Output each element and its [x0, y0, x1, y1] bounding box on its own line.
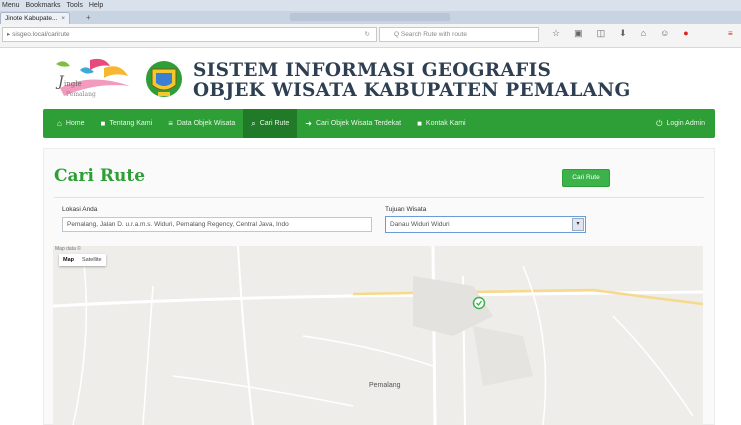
browser-search-input[interactable]: Q Search Rute with route	[379, 27, 539, 42]
site-title: SISTEM INFORMASI GEOGRAFIS OBJEK WISATA …	[193, 61, 631, 101]
home-icon[interactable]: ⌂	[641, 28, 646, 39]
lokasi-input[interactable]: Pemalang, Jalan D. u.r.a.m.s. Widuri, Pe…	[62, 217, 372, 232]
svg-text:Pemalang: Pemalang	[66, 91, 96, 98]
nav-label: Cari Objek Wisata Terdekat	[315, 120, 402, 127]
download-icon[interactable]: ⬇	[619, 28, 627, 39]
close-icon[interactable]: ×	[61, 13, 65, 24]
nav-label: Tentang Kami	[109, 120, 153, 127]
page-title: Cari Rute	[54, 166, 146, 186]
tourism-logo-icon: J ingle Pemalang	[55, 58, 130, 98]
nav-label: Login Admin	[666, 120, 705, 127]
map-city-label: Pemalang	[369, 382, 401, 389]
nav-kontak-kami[interactable]: ■ Kontak Kami	[409, 109, 474, 138]
toolbar-icons: ☆ ▣ ◫ ⬇ ⌂ ☺ ●	[552, 28, 689, 39]
header-logos: J ingle Pemalang	[50, 56, 188, 102]
reload-icon[interactable]: ↻	[365, 28, 370, 41]
regency-emblem-icon	[146, 61, 182, 97]
browser-tab[interactable]: Jinote Kabupate... ×	[0, 12, 70, 24]
map-type-satellite[interactable]: Satellite	[78, 254, 106, 266]
address-url: ▸ sisgeo.local/carirute	[7, 31, 70, 38]
window-title	[290, 13, 450, 21]
nav-data-objek-wisata[interactable]: ≡ Data Objek Wisata	[160, 109, 243, 138]
browser-toolbar: ▸ sisgeo.local/carirute ↻ Q Search Rute …	[0, 24, 741, 48]
map-type-map[interactable]: Map	[59, 254, 78, 266]
nav-tentang-kami[interactable]: ■ Tentang Kami	[93, 109, 161, 138]
menu-item-bookmarks[interactable]: Bookmarks	[26, 2, 61, 9]
menu-item-menu[interactable]: Menu	[2, 2, 20, 9]
nav-label: Data Objek Wisata	[176, 120, 236, 127]
info-icon: ■	[100, 119, 106, 128]
map-type-control: Map Satellite	[59, 254, 106, 266]
cari-rute-button[interactable]: Cari Rute	[562, 169, 610, 187]
map-attribution: Map data ©	[55, 246, 81, 252]
tujuan-select[interactable]: Danau Widuri Widuri ▾	[385, 216, 586, 233]
nav-label: Kontak Kami	[425, 120, 466, 127]
menu-item-help[interactable]: Help	[89, 2, 103, 9]
smile-icon[interactable]: ☺	[660, 28, 669, 39]
pocket-icon[interactable]: ◫	[597, 28, 606, 39]
main-navbar: ⌂ Home ■ Tentang Kami ≡ Data Objek Wisat…	[43, 109, 715, 138]
adblock-icon[interactable]: ●	[683, 28, 688, 39]
tujuan-label: Tujuan Wisata	[385, 206, 427, 213]
home-icon: ⌂	[57, 119, 62, 128]
nav-home[interactable]: ⌂ Home	[49, 109, 93, 138]
envelope-icon: ■	[417, 119, 422, 128]
tab-title: Jinote Kabupate...	[5, 15, 58, 22]
search-icon: ⌕	[251, 118, 256, 128]
site-title-line1: SISTEM INFORMASI GEOGRAFIS	[193, 60, 552, 81]
site-title-line2: OBJEK WISATA KABUPATEN PEMALANG	[193, 80, 631, 101]
tujuan-selected: Danau Widuri Widuri	[390, 221, 450, 228]
nav-login-admin[interactable]: ⏻ Login Admin	[648, 109, 715, 138]
nav-label: Cari Rute	[259, 120, 290, 127]
lokasi-label: Lokasi Anda	[62, 206, 98, 213]
divider	[54, 197, 704, 198]
new-tab-button[interactable]: +	[86, 13, 91, 23]
browser-menubar: Menu Bookmarks Tools Help	[0, 0, 741, 11]
star-icon[interactable]: ☆	[552, 28, 560, 39]
map-canvas[interactable]: Map data © Map Satellite Pemalang	[53, 246, 703, 425]
map-marker-icon[interactable]	[472, 296, 486, 310]
search-placeholder: Q Search Rute with route	[394, 31, 467, 38]
login-icon: ⏻	[656, 118, 663, 128]
clipboard-icon[interactable]: ▣	[574, 28, 583, 39]
nav-cari-objek-terdekat[interactable]: ➜ Cari Objek Wisata Terdekat	[297, 109, 409, 138]
address-bar[interactable]: ▸ sisgeo.local/carirute ↻	[2, 27, 377, 42]
list-icon: ≡	[168, 119, 173, 128]
nav-label: Home	[65, 120, 85, 127]
menu-icon[interactable]: ≡	[728, 29, 733, 38]
map-roads	[53, 246, 703, 425]
tab-strip: Jinote Kabupate... × +	[0, 11, 741, 24]
chevron-down-icon[interactable]: ▾	[572, 218, 584, 231]
menu-item-tools[interactable]: Tools	[67, 2, 83, 9]
svg-text:ingle: ingle	[64, 80, 82, 88]
location-icon: ➜	[305, 119, 312, 128]
nav-cari-rute[interactable]: ⌕ Cari Rute	[243, 109, 298, 138]
